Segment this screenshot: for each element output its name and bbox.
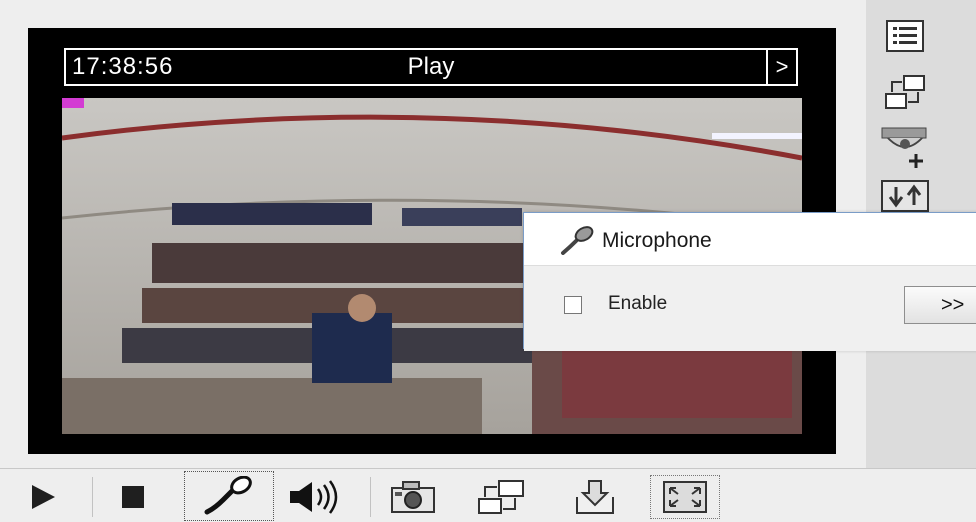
- record-button[interactable]: [560, 475, 630, 519]
- download-upload-icon: [881, 180, 929, 212]
- playback-mode: Play: [407, 53, 455, 80]
- toolbar-divider: [92, 477, 93, 517]
- osd-bar: 17:38:56 Play >: [64, 48, 798, 86]
- stop-button[interactable]: [98, 475, 168, 519]
- list-button[interactable]: [876, 10, 934, 62]
- ptz-camera-icon: [881, 127, 927, 168]
- expand-button[interactable]: >>: [904, 286, 976, 324]
- bottom-toolbar: [0, 468, 976, 522]
- transfer-button[interactable]: [876, 176, 934, 216]
- switch-stream-side-button[interactable]: [876, 66, 934, 118]
- speaker-button[interactable]: [280, 475, 350, 519]
- switch-stream-button[interactable]: [466, 475, 536, 519]
- stop-icon: [122, 486, 144, 508]
- microphone-panel: Microphone Enable >>: [523, 212, 976, 351]
- microphone-icon: [561, 226, 594, 255]
- record-icon: [576, 480, 614, 514]
- play-icon: [32, 485, 55, 509]
- list-icon: [886, 20, 924, 52]
- fullscreen-button[interactable]: [650, 475, 720, 519]
- play-button[interactable]: [8, 475, 78, 519]
- microphone-icon: [204, 476, 252, 515]
- fullscreen-icon: [663, 481, 707, 513]
- switch-stream-icon: [885, 75, 925, 109]
- microphone-panel-body: Enable >>: [524, 265, 976, 351]
- switch-stream-icon: [478, 480, 524, 514]
- enable-checkbox[interactable]: [564, 296, 582, 314]
- snapshot-button[interactable]: [378, 475, 448, 519]
- timestamp: 17:38:56: [72, 53, 174, 80]
- speaker-icon: [290, 480, 338, 514]
- toolbar-divider: [370, 477, 371, 517]
- ptz-button[interactable]: [876, 122, 934, 174]
- snapshot-icon: [391, 481, 435, 513]
- microphone-button[interactable]: [184, 471, 274, 521]
- osd-more-button[interactable]: >: [766, 50, 796, 84]
- microphone-panel-title: Microphone: [602, 229, 712, 252]
- enable-label: Enable: [608, 293, 668, 314]
